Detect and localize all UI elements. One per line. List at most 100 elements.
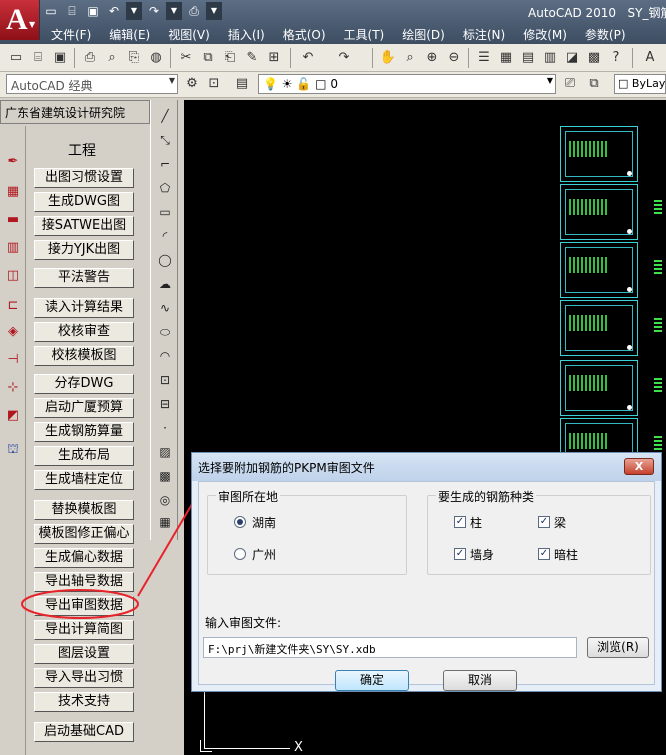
menu-insert[interactable]: 插入(I) bbox=[219, 24, 274, 44]
polyline-icon[interactable]: ⌐ bbox=[155, 154, 175, 174]
cancel-button[interactable]: 取消 bbox=[443, 670, 517, 691]
workspace-settings-icon[interactable]: ⚙ bbox=[182, 74, 202, 94]
drawing-habits-button[interactable]: 出图习惯设置 bbox=[34, 168, 134, 188]
review-file-path-input[interactable]: F:\prj\新建文件夹\SY\SY.xdb bbox=[203, 637, 577, 658]
point-icon[interactable]: · bbox=[155, 418, 175, 438]
generate-dwg-button[interactable]: 生成DWG图 bbox=[34, 192, 134, 212]
check-review-button[interactable]: 校核审查 bbox=[34, 322, 134, 342]
tools-icon[interactable]: ⛫ bbox=[3, 440, 23, 460]
construction-line-icon[interactable]: ⤡ bbox=[155, 130, 175, 150]
menu-format[interactable]: 格式(O) bbox=[274, 24, 335, 44]
close-button[interactable]: X bbox=[624, 458, 654, 475]
spline-icon[interactable]: ∿ bbox=[155, 298, 175, 318]
undo-dropdown-icon[interactable]: ▼ bbox=[126, 2, 142, 20]
import-export-habits-button[interactable]: 导入导出习惯 bbox=[34, 668, 134, 688]
wall-column-position-button[interactable]: 生成墙柱定位 bbox=[34, 470, 134, 490]
color-select[interactable]: □ ByLay bbox=[614, 74, 666, 94]
ellipse-icon[interactable]: ⬭ bbox=[155, 322, 175, 342]
radio-guangzhou[interactable] bbox=[234, 548, 246, 560]
checkbox-beam[interactable]: ✓ bbox=[538, 516, 550, 528]
menu-parametric[interactable]: 参数(P) bbox=[576, 24, 635, 44]
match-properties-icon[interactable]: ✎ bbox=[242, 48, 262, 68]
arc-icon[interactable]: ◜ bbox=[155, 226, 175, 246]
layer-manager-icon[interactable]: ▤ bbox=[232, 74, 252, 94]
zoom-window-icon[interactable]: ⊕ bbox=[422, 48, 442, 68]
design-center-icon[interactable]: ▦ bbox=[496, 48, 516, 68]
zoom-realtime-icon[interactable]: ⌕ bbox=[400, 48, 420, 68]
pan-icon[interactable]: ✋ bbox=[378, 48, 398, 68]
checkbox-hidden-column[interactable]: ✓ bbox=[538, 548, 550, 560]
zoom-previous-icon[interactable]: ⊖ bbox=[444, 48, 464, 68]
menu-dimension[interactable]: 标注(N) bbox=[454, 24, 514, 44]
layer-select[interactable]: 💡 ☀ 🔓 □ 0 ▼ bbox=[258, 74, 556, 94]
rebar-quantity-button[interactable]: 生成钢筋算量 bbox=[34, 422, 134, 442]
paste-icon[interactable]: ⎗ bbox=[220, 48, 240, 68]
satwe-drawing-button[interactable]: 接SATWE出图 bbox=[34, 216, 134, 236]
revision-cloud-icon[interactable]: ☁ bbox=[155, 274, 175, 294]
start-budget-button[interactable]: 启动广厦预算 bbox=[34, 398, 134, 418]
flat-warning-button[interactable]: 平法警告 bbox=[34, 268, 134, 288]
region-icon[interactable]: ◎ bbox=[155, 490, 175, 510]
radio-hunan[interactable] bbox=[234, 516, 246, 528]
application-menu-button[interactable]: A ▼ bbox=[0, 0, 40, 40]
print-icon[interactable]: ⎙ bbox=[80, 48, 100, 68]
eccentricity-data-button[interactable]: 生成偏心数据 bbox=[34, 548, 134, 568]
checkbox-column[interactable]: ✓ bbox=[454, 516, 466, 528]
open-file-icon[interactable]: ⌸ bbox=[63, 2, 81, 20]
line-icon[interactable]: ╱ bbox=[155, 106, 175, 126]
yjk-drawing-button[interactable]: 接力YJK出图 bbox=[34, 240, 134, 260]
dimension-icon[interactable]: ⊣ bbox=[3, 350, 23, 370]
properties-icon[interactable]: ☰ bbox=[474, 48, 494, 68]
ok-button[interactable]: 确定 bbox=[335, 670, 409, 691]
print-preview-icon[interactable]: ⌕ bbox=[102, 48, 122, 68]
menu-modify[interactable]: 修改(M) bbox=[514, 24, 576, 44]
layer-settings-button[interactable]: 图层设置 bbox=[34, 644, 134, 664]
hatch-icon[interactable]: ▨ bbox=[155, 442, 175, 462]
ellipse-arc-icon[interactable]: ◠ bbox=[155, 346, 175, 366]
publish-icon[interactable]: ◍ bbox=[146, 48, 166, 68]
copy-icon[interactable]: ⧉ bbox=[198, 48, 218, 68]
undo-icon[interactable]: ↶ bbox=[298, 48, 318, 68]
checkbox-wall[interactable]: ✓ bbox=[454, 548, 466, 560]
new-file-icon[interactable]: ▭ bbox=[42, 2, 60, 20]
check-template-button[interactable]: 校核模板图 bbox=[34, 346, 134, 366]
markup-icon[interactable]: ◪ bbox=[562, 48, 582, 68]
help-icon[interactable]: ? bbox=[606, 48, 626, 68]
menu-draw[interactable]: 绘图(D) bbox=[393, 24, 454, 44]
redo-icon[interactable]: ↷ bbox=[145, 2, 163, 20]
menu-edit[interactable]: 编辑(E) bbox=[100, 24, 159, 44]
export-review-data-button[interactable]: 导出审图数据 bbox=[34, 596, 134, 616]
export-axis-data-button[interactable]: 导出轴号数据 bbox=[34, 572, 134, 592]
redo-icon[interactable]: ↷ bbox=[334, 48, 354, 68]
plot-icon[interactable]: ⎘ bbox=[124, 48, 144, 68]
dialog-title-bar[interactable]: 选择要附加钢筋的PKPM审图文件 X bbox=[192, 453, 661, 481]
read-results-button[interactable]: 读入计算结果 bbox=[34, 298, 134, 318]
undo-icon[interactable]: ↶ bbox=[105, 2, 123, 20]
sheet-set-icon[interactable]: ▥ bbox=[540, 48, 560, 68]
text-style-icon[interactable]: A bbox=[640, 48, 660, 68]
tech-support-button[interactable]: 技术支持 bbox=[34, 692, 134, 712]
lock-ui-icon[interactable]: ⊡ bbox=[204, 74, 224, 94]
split-dwg-button[interactable]: 分存DWG bbox=[34, 374, 134, 394]
mtext-icon[interactable] bbox=[155, 512, 175, 532]
gradient-icon[interactable]: ▩ bbox=[155, 466, 175, 486]
make-current-layer-icon[interactable]: ⎚ bbox=[560, 74, 580, 94]
detail-icon[interactable]: ◩ bbox=[3, 406, 23, 426]
wall-icon[interactable]: ▥ bbox=[3, 238, 23, 258]
menu-tools[interactable]: 工具(T) bbox=[335, 24, 394, 44]
beam-icon[interactable]: ▬ bbox=[3, 210, 23, 230]
save-icon[interactable]: ▣ bbox=[50, 48, 70, 68]
new-icon[interactable]: ▭ bbox=[6, 48, 26, 68]
menu-file[interactable]: 文件(F) bbox=[42, 24, 100, 44]
calculator-icon[interactable]: ▩ bbox=[584, 48, 604, 68]
export-calc-diagram-button[interactable]: 导出计算简图 bbox=[34, 620, 134, 640]
make-block-icon[interactable]: ⊟ bbox=[155, 394, 175, 414]
qat-customize-icon[interactable]: ▼ bbox=[206, 2, 222, 20]
start-foundation-cad-button[interactable]: 启动基础CAD bbox=[34, 722, 134, 742]
block-editor-icon[interactable]: ⊞ bbox=[264, 48, 284, 68]
project-icon[interactable]: ✒ bbox=[3, 152, 23, 172]
replace-template-button[interactable]: 替换模板图 bbox=[34, 500, 134, 520]
foundation-icon[interactable]: ◈ bbox=[3, 322, 23, 342]
stair-icon[interactable]: ⊏ bbox=[3, 296, 23, 316]
open-icon[interactable]: ⌸ bbox=[28, 48, 48, 68]
